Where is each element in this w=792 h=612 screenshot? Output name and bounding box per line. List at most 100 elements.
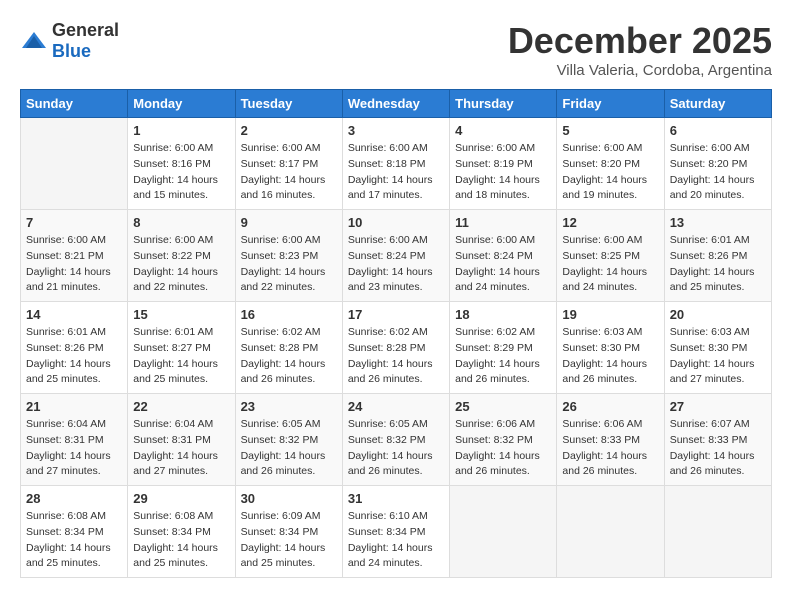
weekday-header-friday: Friday bbox=[557, 90, 664, 118]
day-detail: Sunrise: 6:00 AMSunset: 8:21 PMDaylight:… bbox=[26, 233, 122, 296]
day-detail: Sunrise: 6:04 AMSunset: 8:31 PMDaylight:… bbox=[133, 417, 229, 480]
day-number: 19 bbox=[562, 307, 658, 322]
day-detail: Sunrise: 6:02 AMSunset: 8:28 PMDaylight:… bbox=[348, 325, 444, 388]
day-number: 7 bbox=[26, 215, 122, 230]
title-area: December 2025 Villa Valeria, Cordoba, Ar… bbox=[508, 20, 772, 79]
day-number: 27 bbox=[670, 399, 766, 414]
day-detail: Sunrise: 6:03 AMSunset: 8:30 PMDaylight:… bbox=[670, 325, 766, 388]
day-number: 20 bbox=[670, 307, 766, 322]
calendar-cell bbox=[664, 486, 771, 578]
day-number: 18 bbox=[455, 307, 551, 322]
day-detail: Sunrise: 6:00 AMSunset: 8:23 PMDaylight:… bbox=[241, 233, 337, 296]
day-detail: Sunrise: 6:00 AMSunset: 8:20 PMDaylight:… bbox=[562, 141, 658, 204]
calendar-cell: 25Sunrise: 6:06 AMSunset: 8:32 PMDayligh… bbox=[450, 394, 557, 486]
logo: General Blue bbox=[20, 20, 119, 62]
calendar-cell: 27 Sunrise: 6:07 AMSunset: 8:33 PMDayligh… bbox=[664, 394, 771, 486]
day-number: 29 bbox=[133, 491, 229, 506]
logo-general: General bbox=[52, 20, 119, 40]
day-number: 2 bbox=[241, 123, 337, 138]
calendar-cell: 6Sunrise: 6:00 AMSunset: 8:20 PMDaylight… bbox=[664, 118, 771, 210]
calendar-cell: 20 Sunrise: 6:03 AMSunset: 8:30 PMDayligh… bbox=[664, 302, 771, 394]
day-detail: Sunrise: 6:04 AMSunset: 8:31 PMDaylight:… bbox=[26, 417, 122, 480]
weekday-header-tuesday: Tuesday bbox=[235, 90, 342, 118]
calendar-cell: 18 Sunrise: 6:02 AMSunset: 8:29 PMDayligh… bbox=[450, 302, 557, 394]
day-number: 15 bbox=[133, 307, 229, 322]
day-detail: Sunrise: 6:01 AMSunset: 8:26 PMDaylight:… bbox=[670, 233, 766, 296]
day-detail: Sunrise: 6:00 AMSunset: 8:24 PMDaylight:… bbox=[348, 233, 444, 296]
day-number: 23 bbox=[241, 399, 337, 414]
calendar-cell: 28Sunrise: 6:08 AMSunset: 8:34 PMDayligh… bbox=[21, 486, 128, 578]
calendar-cell: 2Sunrise: 6:00 AMSunset: 8:17 PMDaylight… bbox=[235, 118, 342, 210]
calendar-cell: 29 Sunrise: 6:08 AMSunset: 8:34 PMDayligh… bbox=[128, 486, 235, 578]
day-detail: Sunrise: 6:00 AMSunset: 8:25 PMDaylight:… bbox=[562, 233, 658, 296]
day-detail: Sunrise: 6:06 AMSunset: 8:33 PMDaylight:… bbox=[562, 417, 658, 480]
calendar-cell: 16 Sunrise: 6:02 AMSunset: 8:28 PMDayligh… bbox=[235, 302, 342, 394]
calendar-cell: 4 Sunrise: 6:00 AMSunset: 8:19 PMDaylight… bbox=[450, 118, 557, 210]
day-detail: Sunrise: 6:00 AMSunset: 8:18 PMDaylight:… bbox=[348, 141, 444, 204]
day-detail: Sunrise: 6:05 AMSunset: 8:32 PMDaylight:… bbox=[241, 417, 337, 480]
day-number: 24 bbox=[348, 399, 444, 414]
day-number: 13 bbox=[670, 215, 766, 230]
day-detail: Sunrise: 6:00 AMSunset: 8:22 PMDaylight:… bbox=[133, 233, 229, 296]
day-detail: Sunrise: 6:01 AMSunset: 8:27 PMDaylight:… bbox=[133, 325, 229, 388]
calendar-week-row: 1 Sunrise: 6:00 AMSunset: 8:16 PMDaylight… bbox=[21, 118, 772, 210]
calendar-cell: 15 Sunrise: 6:01 AMSunset: 8:27 PMDayligh… bbox=[128, 302, 235, 394]
calendar-cell: 7 Sunrise: 6:00 AMSunset: 8:21 PMDaylight… bbox=[21, 210, 128, 302]
day-number: 6 bbox=[670, 123, 766, 138]
logo-blue: Blue bbox=[52, 41, 91, 61]
day-detail: Sunrise: 6:00 AMSunset: 8:24 PMDaylight:… bbox=[455, 233, 551, 296]
day-detail: Sunrise: 6:10 AMSunset: 8:34 PMDaylight:… bbox=[348, 509, 444, 572]
calendar-cell: 21Sunrise: 6:04 AMSunset: 8:31 PMDayligh… bbox=[21, 394, 128, 486]
day-detail: Sunrise: 6:08 AMSunset: 8:34 PMDaylight:… bbox=[26, 509, 122, 572]
day-number: 4 bbox=[455, 123, 551, 138]
weekday-header-thursday: Thursday bbox=[450, 90, 557, 118]
day-number: 3 bbox=[348, 123, 444, 138]
day-detail: Sunrise: 6:07 AMSunset: 8:33 PMDaylight:… bbox=[670, 417, 766, 480]
location-title: Villa Valeria, Cordoba, Argentina bbox=[508, 62, 772, 79]
calendar-table: SundayMondayTuesdayWednesdayThursdayFrid… bbox=[20, 89, 772, 578]
day-number: 25 bbox=[455, 399, 551, 414]
calendar-week-row: 14 Sunrise: 6:01 AMSunset: 8:26 PMDayligh… bbox=[21, 302, 772, 394]
calendar-cell: 17Sunrise: 6:02 AMSunset: 8:28 PMDayligh… bbox=[342, 302, 449, 394]
day-detail: Sunrise: 6:02 AMSunset: 8:28 PMDaylight:… bbox=[241, 325, 337, 388]
day-number: 31 bbox=[348, 491, 444, 506]
day-number: 9 bbox=[241, 215, 337, 230]
weekday-header-wednesday: Wednesday bbox=[342, 90, 449, 118]
day-number: 16 bbox=[241, 307, 337, 322]
calendar-cell: 19Sunrise: 6:03 AMSunset: 8:30 PMDayligh… bbox=[557, 302, 664, 394]
calendar-cell: 5 Sunrise: 6:00 AMSunset: 8:20 PMDaylight… bbox=[557, 118, 664, 210]
calendar-cell: 22Sunrise: 6:04 AMSunset: 8:31 PMDayligh… bbox=[128, 394, 235, 486]
calendar-cell: 12 Sunrise: 6:00 AMSunset: 8:25 PMDayligh… bbox=[557, 210, 664, 302]
calendar-cell: 26 Sunrise: 6:06 AMSunset: 8:33 PMDayligh… bbox=[557, 394, 664, 486]
logo-text: General Blue bbox=[52, 20, 119, 62]
calendar-week-row: 28Sunrise: 6:08 AMSunset: 8:34 PMDayligh… bbox=[21, 486, 772, 578]
day-number: 12 bbox=[562, 215, 658, 230]
page-header: General Blue December 2025 Villa Valeria… bbox=[20, 20, 772, 79]
calendar-week-row: 7 Sunrise: 6:00 AMSunset: 8:21 PMDaylight… bbox=[21, 210, 772, 302]
day-number: 26 bbox=[562, 399, 658, 414]
weekday-header-monday: Monday bbox=[128, 90, 235, 118]
day-number: 14 bbox=[26, 307, 122, 322]
day-detail: Sunrise: 6:00 AMSunset: 8:16 PMDaylight:… bbox=[133, 141, 229, 204]
calendar-cell: 3 Sunrise: 6:00 AMSunset: 8:18 PMDaylight… bbox=[342, 118, 449, 210]
day-number: 30 bbox=[241, 491, 337, 506]
calendar-cell: 10Sunrise: 6:00 AMSunset: 8:24 PMDayligh… bbox=[342, 210, 449, 302]
weekday-header-sunday: Sunday bbox=[21, 90, 128, 118]
day-detail: Sunrise: 6:08 AMSunset: 8:34 PMDaylight:… bbox=[133, 509, 229, 572]
calendar-cell bbox=[450, 486, 557, 578]
calendar-cell bbox=[557, 486, 664, 578]
calendar-cell: 23 Sunrise: 6:05 AMSunset: 8:32 PMDayligh… bbox=[235, 394, 342, 486]
calendar-cell: 11Sunrise: 6:00 AMSunset: 8:24 PMDayligh… bbox=[450, 210, 557, 302]
day-detail: Sunrise: 6:05 AMSunset: 8:32 PMDaylight:… bbox=[348, 417, 444, 480]
calendar-cell bbox=[21, 118, 128, 210]
day-number: 8 bbox=[133, 215, 229, 230]
day-detail: Sunrise: 6:02 AMSunset: 8:29 PMDaylight:… bbox=[455, 325, 551, 388]
calendar-cell: 30 Sunrise: 6:09 AMSunset: 8:34 PMDayligh… bbox=[235, 486, 342, 578]
day-detail: Sunrise: 6:01 AMSunset: 8:26 PMDaylight:… bbox=[26, 325, 122, 388]
day-number: 5 bbox=[562, 123, 658, 138]
day-detail: Sunrise: 6:00 AMSunset: 8:19 PMDaylight:… bbox=[455, 141, 551, 204]
day-number: 1 bbox=[133, 123, 229, 138]
calendar-week-row: 21Sunrise: 6:04 AMSunset: 8:31 PMDayligh… bbox=[21, 394, 772, 486]
weekday-header-row: SundayMondayTuesdayWednesdayThursdayFrid… bbox=[21, 90, 772, 118]
day-detail: Sunrise: 6:09 AMSunset: 8:34 PMDaylight:… bbox=[241, 509, 337, 572]
